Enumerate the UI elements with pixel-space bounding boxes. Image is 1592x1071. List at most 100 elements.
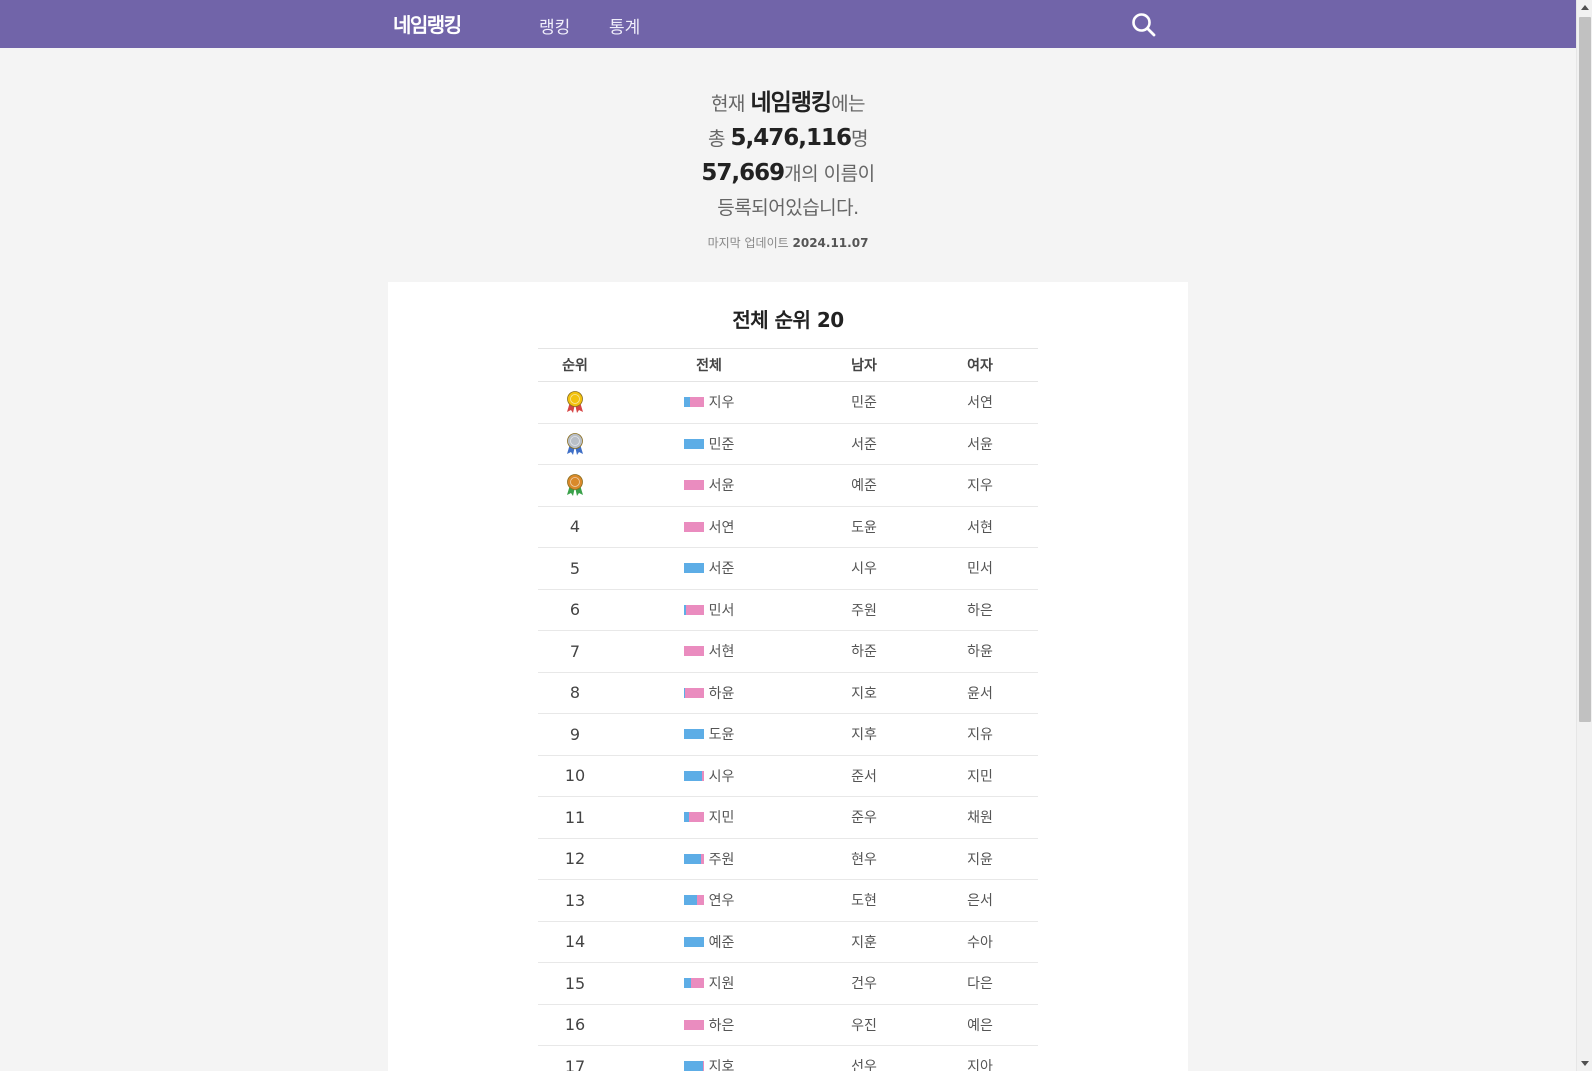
- total-name-entry[interactable]: 예준: [683, 932, 735, 952]
- gender-ratio-bar: [683, 1019, 704, 1030]
- nav-ranking[interactable]: 랭킹: [539, 13, 570, 38]
- total-name-entry[interactable]: 연우: [683, 890, 734, 910]
- male-name-cell[interactable]: 도현: [806, 880, 922, 922]
- total-name: 도윤: [708, 727, 735, 744]
- bronze-medal-icon: [564, 473, 586, 497]
- female-name-cell[interactable]: 다은: [922, 963, 1038, 1005]
- male-name-cell[interactable]: 하준: [806, 631, 922, 673]
- male-name-cell[interactable]: 건우: [806, 963, 922, 1005]
- male-name-cell[interactable]: 지호: [806, 672, 922, 714]
- table-row[interactable]: 13 연우 도현 은서: [538, 880, 1038, 922]
- table-row[interactable]: 12 주원 현우 지윤: [538, 838, 1038, 880]
- total-names-count: 57,669: [701, 160, 785, 186]
- total-name-entry[interactable]: 서준: [683, 558, 734, 578]
- nav-stats[interactable]: 통계: [609, 13, 640, 38]
- male-name-cell[interactable]: 서준: [806, 423, 922, 465]
- total-name-cell: 주원: [612, 838, 806, 880]
- table-row[interactable]: 6 민서 주원 하은: [538, 589, 1038, 631]
- male-name-cell[interactable]: 현우: [806, 838, 922, 880]
- table-row[interactable]: 9 도윤 지후 지유: [538, 714, 1038, 756]
- female-name-cell[interactable]: 지아: [922, 1046, 1038, 1071]
- male-name-cell[interactable]: 우진: [806, 1004, 922, 1046]
- rank-cell: 8: [569, 683, 581, 703]
- total-name-entry[interactable]: 하윤: [683, 683, 734, 703]
- female-name-cell[interactable]: 하은: [922, 589, 1038, 631]
- total-name-entry[interactable]: 민준: [683, 434, 734, 454]
- total-name-entry[interactable]: 지호: [683, 1056, 734, 1071]
- table-row[interactable]: 4 서연 도윤 서현: [538, 506, 1038, 548]
- total-name-entry[interactable]: 지우: [683, 392, 734, 412]
- female-name-cell[interactable]: 지우: [922, 465, 1038, 507]
- last-update-date: 2024.11.07: [792, 236, 869, 250]
- site-logo[interactable]: 네임랭킹: [393, 9, 462, 38]
- total-name-entry[interactable]: 주원: [683, 849, 734, 869]
- total-name-entry[interactable]: 도윤: [683, 724, 735, 744]
- total-name: 예준: [708, 934, 735, 951]
- total-name: 서윤: [708, 478, 735, 495]
- table-row[interactable]: 11 지민 준우 채원: [538, 797, 1038, 839]
- rank-cell: 4: [569, 517, 581, 537]
- table-row[interactable]: 8 하윤 지호 윤서: [538, 672, 1038, 714]
- female-name-cell[interactable]: 은서: [922, 880, 1038, 922]
- male-name-cell[interactable]: 준우: [806, 797, 922, 839]
- total-name-entry[interactable]: 서윤: [683, 475, 735, 495]
- male-name-cell[interactable]: 시우: [806, 548, 922, 590]
- male-name-cell[interactable]: 민준: [806, 382, 922, 424]
- female-name-cell[interactable]: 서연: [922, 382, 1038, 424]
- female-name-cell[interactable]: 지윤: [922, 838, 1038, 880]
- table-row[interactable]: 10 시우 준서 지민: [538, 755, 1038, 797]
- female-name-cell[interactable]: 수아: [922, 921, 1038, 963]
- male-name-cell[interactable]: 주원: [806, 589, 922, 631]
- total-name-cell: 지호: [612, 1046, 806, 1071]
- female-name-cell[interactable]: 지민: [922, 755, 1038, 797]
- male-name-cell[interactable]: 선우: [806, 1046, 922, 1071]
- table-row[interactable]: 16 하은 우진 예은: [538, 1004, 1038, 1046]
- table-row[interactable]: 민준 서준 서윤: [538, 423, 1038, 465]
- gold-medal-icon: [564, 390, 586, 414]
- female-name-cell[interactable]: 예은: [922, 1004, 1038, 1046]
- female-name-cell[interactable]: 하윤: [922, 631, 1038, 673]
- search-icon[interactable]: [1131, 12, 1157, 38]
- total-name-entry[interactable]: 서연: [683, 517, 734, 537]
- male-name-cell[interactable]: 지훈: [806, 921, 922, 963]
- ranking-table: 순위 전체 남자 여자 지우 민준 서연 민준 서준 서윤 서윤 예준 지우 4 서연 도윤 서현 5 서준…: [538, 348, 1038, 1071]
- rank-cell: 6: [569, 600, 581, 620]
- gender-ratio-bar: [683, 770, 704, 781]
- female-name-cell[interactable]: 서윤: [922, 423, 1038, 465]
- male-name-cell[interactable]: 예준: [806, 465, 922, 507]
- female-name-cell[interactable]: 민서: [922, 548, 1038, 590]
- scrollbar-thumb[interactable]: [1579, 17, 1591, 722]
- total-name-entry[interactable]: 하은: [683, 1015, 734, 1035]
- table-row[interactable]: 7 서현 하준 하윤: [538, 631, 1038, 673]
- gender-ratio-bar: [683, 438, 704, 449]
- table-row[interactable]: 5 서준 시우 민서: [538, 548, 1038, 590]
- rank-cell: 7: [569, 641, 581, 661]
- total-name-entry[interactable]: 지민: [683, 807, 734, 827]
- female-name-cell[interactable]: 지유: [922, 714, 1038, 756]
- female-name-cell[interactable]: 채원: [922, 797, 1038, 839]
- table-row[interactable]: 17 지호 선우 지아: [538, 1046, 1038, 1071]
- scroll-up-arrow-icon[interactable]: [1577, 0, 1592, 16]
- rank-cell: 15: [564, 973, 586, 993]
- total-name-entry[interactable]: 시우: [683, 766, 735, 786]
- gender-ratio-bar: [683, 936, 704, 947]
- female-name-cell[interactable]: 서현: [922, 506, 1038, 548]
- total-name-entry[interactable]: 서현: [683, 641, 734, 661]
- table-header-row: 순위 전체 남자 여자: [538, 348, 1038, 382]
- male-name-cell[interactable]: 도윤: [806, 506, 922, 548]
- table-row[interactable]: 서윤 예준 지우: [538, 465, 1038, 507]
- total-name-entry[interactable]: 지원: [683, 973, 734, 993]
- summary-line-4: 등록되어있습니다.: [717, 197, 859, 219]
- female-name-cell[interactable]: 윤서: [922, 672, 1038, 714]
- gender-ratio-bar: [683, 978, 704, 989]
- vertical-scrollbar[interactable]: [1576, 0, 1592, 1071]
- table-row[interactable]: 15 지원 건우 다은: [538, 963, 1038, 1005]
- male-name-cell[interactable]: 준서: [806, 755, 922, 797]
- table-row[interactable]: 지우 민준 서연: [538, 382, 1038, 424]
- scroll-down-arrow-icon[interactable]: [1577, 1055, 1592, 1071]
- table-row[interactable]: 14 예준 지훈 수아: [538, 921, 1038, 963]
- total-name-entry[interactable]: 민서: [683, 600, 734, 620]
- male-name-cell[interactable]: 지후: [806, 714, 922, 756]
- total-name-cell: 민준: [612, 423, 806, 465]
- total-name: 시우: [708, 768, 735, 785]
